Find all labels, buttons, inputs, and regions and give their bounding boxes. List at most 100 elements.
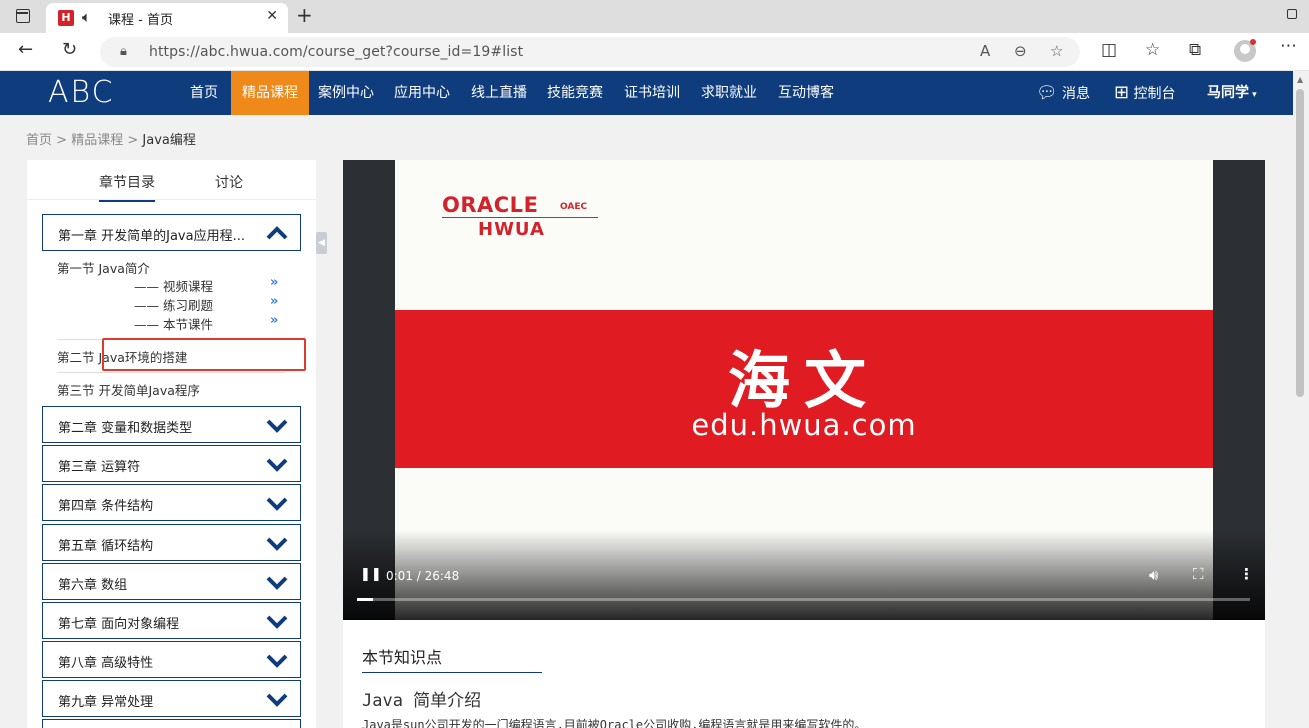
volume-icon[interactable]: 🔊︎ [1149,566,1158,584]
chevron-down-icon [266,576,288,590]
hwua-logo: HWUA [478,219,545,240]
tab-chapters[interactable]: 章节目录 [99,172,155,202]
scrollbar-thumb[interactable] [1296,89,1304,397]
nav-home[interactable]: 首页 [179,71,229,115]
browser-tab[interactable]: H 🔈︎ 课程 - 首页 ✕ [46,3,288,33]
chapter-10[interactable] [42,719,301,728]
video-time: 0:01 / 26:48 [386,569,460,583]
chevron-down-icon [266,458,288,472]
abc-logo[interactable]: ABC [48,78,158,108]
new-tab-icon[interactable]: + [296,3,313,27]
url-text[interactable]: https://abc.hwua.com/course_get?course_i… [149,44,523,60]
more-menu-icon[interactable]: ⋯ [1280,36,1297,56]
sub-item-video[interactable]: —— 视频课程 [134,276,213,295]
site-favicon-icon: H [58,10,74,26]
favorites-icon[interactable]: ☆ [1145,40,1160,60]
nav-apps[interactable]: 应用中心 [383,71,461,115]
controls-gradient [343,530,1265,620]
nav-blog[interactable]: 互动博客 [767,71,845,115]
chapter-5[interactable]: 第五章 循环结构 [42,524,301,561]
selection-highlight [102,338,306,371]
double-chevron-right-icon[interactable]: » [270,275,278,290]
breadcrumb-courses[interactable]: 精品课程 [71,133,123,148]
chapter-3[interactable]: 第三章 运算符 [42,445,301,482]
nav-jobs[interactable]: 求职就业 [690,71,768,115]
sidebar-tabs: 章节目录 讨论 [27,160,316,202]
breadcrumb-home[interactable]: 首页 [26,133,52,148]
chapter-label: 第四章 条件结构 [58,499,154,514]
chevron-up-icon [266,226,288,240]
progress-bar[interactable] [357,598,1250,601]
double-chevron-right-icon[interactable]: » [270,313,278,328]
split-screen-icon[interactable]: ◫ [1101,40,1117,60]
more-options-icon[interactable]: ⋮ [1239,565,1254,583]
chapter-label: 第五章 循环结构 [58,539,154,554]
grid-icon: ⊞ [1114,82,1130,103]
chapter-label: 第三章 运算符 [58,460,141,475]
collections-icon[interactable]: ⧉ [1189,40,1201,60]
user-name: 马同学 [1207,85,1249,101]
messages-label: 消息 [1062,86,1091,102]
nav-live[interactable]: 线上直播 [460,71,538,115]
chapter-label: 第八章 高级特性 [58,656,154,671]
scroll-up-icon[interactable]: ▲ [1297,75,1303,84]
site-header: ABC 首页 精品课程 案例中心 应用中心 线上直播 技能竞赛 证书培训 求职就… [0,71,1293,115]
sub-item-exercise[interactable]: —— 练习刷题 [134,295,213,314]
address-bar[interactable]: 🔒︎ https://abc.hwua.com/course_get?cours… [100,37,1080,67]
section-3[interactable]: 第三节 开发简单Java程序 [57,380,200,399]
tab-actions-icon[interactable] [16,9,30,23]
nav-certificate[interactable]: 证书培训 [613,71,691,115]
chapter-8[interactable]: 第八章 高级特性 [42,641,301,678]
nav-contest[interactable]: 技能竞赛 [536,71,614,115]
fullscreen-icon[interactable]: ⛶ [1193,565,1204,583]
knowledge-points-title: 本节知识点 [362,648,443,667]
messages-link[interactable]: 💬︎ 消息 [1036,71,1090,115]
back-icon[interactable]: ← [18,39,33,60]
collapse-sidebar-icon[interactable]: ◀ [316,232,327,254]
user-menu[interactable]: 马同学 ▾ [1207,71,1257,115]
chevron-down-icon [266,693,288,707]
lock-icon[interactable]: 🔒︎ [120,44,127,59]
video-player[interactable]: ORACLE OAEC HWUA 海文 edu.hwua.com ❚❚ 0:01… [343,160,1265,620]
logo-rule [442,217,598,218]
notification-dot [1250,39,1256,45]
zoom-icon[interactable]: ⊖ [1014,42,1027,60]
chapter-9[interactable]: 第九章 异常处理 [42,680,301,717]
chapter-label: 第一章 开发简单的Java应用程... [58,229,245,244]
progress-fill [357,598,374,601]
section-1[interactable]: 第一节 Java简介 [57,258,150,277]
chevron-down-icon [266,654,288,668]
tab-discussion[interactable]: 讨论 [215,172,243,192]
nav-cases[interactable]: 案例中心 [307,71,385,115]
chapter-label: 第二章 变量和数据类型 [58,421,193,436]
message-icon: 💬︎ [1036,83,1058,103]
sub-item-slides[interactable]: —— 本节课件 [134,314,213,333]
tab-bar: H 🔈︎ 课程 - 首页 ✕ + [0,0,1309,33]
refresh-icon[interactable]: ↻ [62,39,77,60]
restore-window-icon[interactable] [1287,9,1297,19]
chapter-4[interactable]: 第四章 条件结构 [42,484,301,521]
close-tab-icon[interactable]: ✕ [266,8,278,24]
chapter-2[interactable]: 第二章 变量和数据类型 [42,406,301,443]
chapter-label: 第九章 异常处理 [58,695,154,710]
chapter-1[interactable]: 第一章 开发简单的Java应用程... [42,214,301,251]
chevron-down-icon [266,615,288,629]
page-scrollbar[interactable]: ▲ [1293,71,1309,728]
oaec-logo: OAEC [560,202,588,212]
pause-icon[interactable]: ❚❚ [360,567,382,582]
read-aloud-icon[interactable]: A [980,42,990,60]
section-paragraph: Java是sun公司开发的一门编程语言,目前被Oracle公司收购,编程语言就是… [362,718,867,728]
chapter-sidebar: 章节目录 讨论 第一章 开发简单的Java应用程... 第一节 Java简介 —… [27,160,316,728]
title-underline [362,672,542,673]
chevron-down-icon [266,419,288,433]
chapter-6[interactable]: 第六章 数组 [42,563,301,600]
add-favorite-icon[interactable]: ☆ [1050,42,1063,60]
double-chevron-right-icon[interactable]: » [270,294,278,309]
nav-courses[interactable]: 精品课程 [231,71,309,115]
speaker-icon[interactable]: 🔈︎ [82,8,91,26]
chapter-7[interactable]: 第七章 面向对象编程 [42,602,301,639]
breadcrumb-separator: > [56,133,68,148]
chevron-down-icon [266,537,288,551]
browser-window: H 🔈︎ 课程 - 首页 ✕ + ← ↻ 🔒︎ https://abc.hwua… [0,0,1309,728]
console-link[interactable]: ⊞ 控制台 [1114,71,1176,115]
